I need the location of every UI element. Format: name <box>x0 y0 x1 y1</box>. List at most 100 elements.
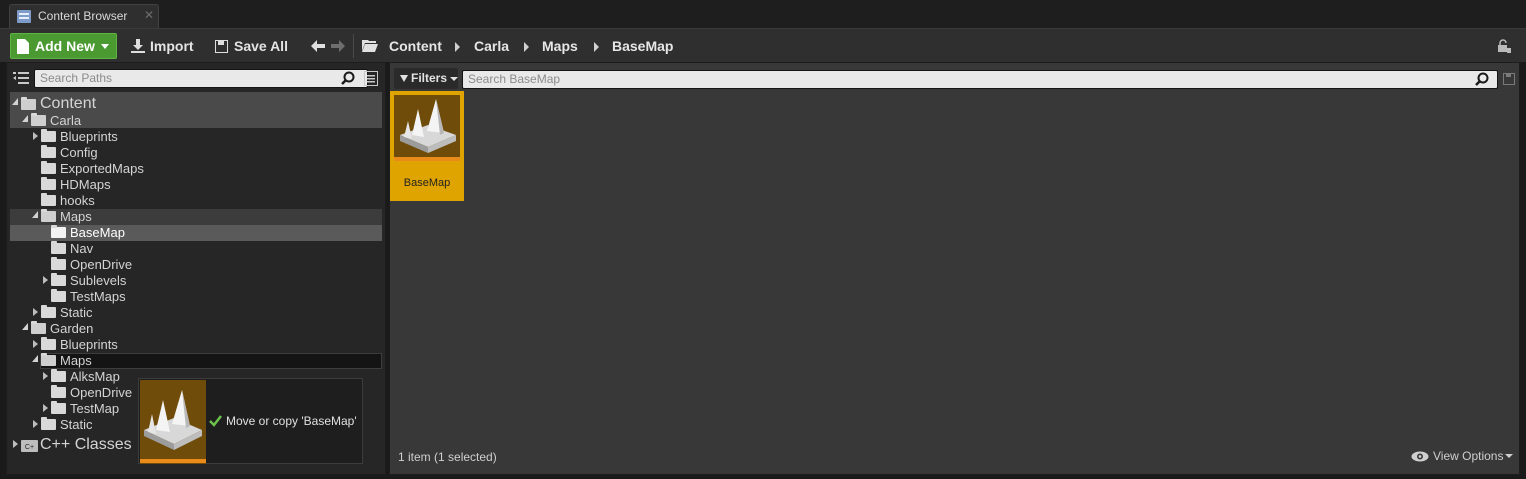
tree-label: HDMaps <box>60 177 111 192</box>
folder-icon <box>41 305 56 318</box>
path-view-options-icon[interactable] <box>364 71 378 86</box>
tree-label: Config <box>60 145 98 160</box>
folder-icon <box>41 145 56 158</box>
tree-label: Garden <box>50 321 94 336</box>
add-new-button[interactable]: Add New <box>10 33 117 59</box>
tree-item-maps[interactable]: Maps <box>7 209 385 225</box>
asset-type-bar <box>394 157 460 161</box>
filter-icon <box>400 75 408 83</box>
tree-label: OpenDrive <box>70 257 133 272</box>
breadcrumb-separator-icon[interactable] <box>594 42 599 52</box>
expander-closed-icon[interactable] <box>33 420 38 428</box>
expander-closed-icon[interactable] <box>43 404 48 412</box>
tree-item-testmaps[interactable]: TestMaps <box>7 289 385 305</box>
tree-label: TestMaps <box>70 289 126 304</box>
folder-icon <box>51 289 66 302</box>
tree-label: C++ Classes <box>40 436 132 453</box>
breadcrumb-separator-icon[interactable] <box>455 42 460 52</box>
toolbar: Add New Import Save All Content Carla Ma… <box>0 28 1526 62</box>
collapse-sources-icon[interactable] <box>13 71 29 86</box>
import-button[interactable]: Import <box>131 33 194 59</box>
breadcrumb-content[interactable]: Content <box>389 38 442 54</box>
asset-tile-basemap[interactable]: BaseMap <box>390 91 464 201</box>
tree-item-blueprints[interactable]: Blueprints <box>7 129 385 145</box>
expander-open-icon[interactable] <box>22 115 28 122</box>
folder-open-icon <box>41 209 56 222</box>
lock-icon[interactable] <box>1497 39 1511 53</box>
search-paths-input[interactable]: Search Paths <box>34 69 368 88</box>
tree-item-basemap[interactable]: BaseMap <box>7 225 385 241</box>
folder-icon <box>51 369 66 382</box>
expander-open-icon[interactable] <box>12 98 18 105</box>
tree-label: OpenDrive <box>70 385 133 400</box>
save-search-icon[interactable] <box>1503 73 1515 85</box>
tree-item-static[interactable]: Static <box>7 305 385 321</box>
level-map-icon <box>400 99 456 153</box>
expander-open-icon[interactable] <box>32 355 38 362</box>
level-map-icon <box>144 390 202 450</box>
expander-closed-icon[interactable] <box>33 308 38 316</box>
expander-closed-icon[interactable] <box>43 372 48 380</box>
checkmark-icon <box>209 415 222 427</box>
eye-icon <box>1411 451 1429 461</box>
view-options-button[interactable]: View Options <box>1411 449 1514 463</box>
view-options-label: View Options <box>1433 449 1504 463</box>
drag-thumbnail <box>140 380 206 464</box>
tree-item-carla[interactable]: Carla <box>7 113 385 129</box>
tree-item-maps-drop-target[interactable]: Maps <box>7 353 385 369</box>
breadcrumb-separator-icon[interactable] <box>524 42 529 52</box>
tree-item-opendrive[interactable]: OpenDrive <box>7 257 385 273</box>
tree-item-nav[interactable]: Nav <box>7 241 385 257</box>
save-all-button[interactable]: Save All <box>215 33 288 59</box>
tree-item-exportedmaps[interactable]: ExportedMaps <box>7 161 385 177</box>
asset-label: BaseMap <box>403 177 451 189</box>
item-count-status: 1 item (1 selected) <box>398 450 497 464</box>
tree-item-hdmaps[interactable]: HDMaps <box>7 177 385 193</box>
tree-label: Maps <box>60 209 92 224</box>
tab-bar: Content Browser ✕ <box>0 0 1526 28</box>
svg-text:C+: C+ <box>25 444 34 451</box>
asset-view-panel: Filters Search BaseMap 1 item (1 selecte… <box>389 62 1520 475</box>
folder-icon <box>41 337 56 350</box>
folder-icon <box>51 273 66 286</box>
folder-open-icon <box>362 40 378 52</box>
search-basemap-input[interactable]: Search BaseMap <box>462 70 1498 89</box>
chevron-down-icon <box>450 76 459 81</box>
search-icon <box>1475 72 1489 86</box>
expander-closed-icon[interactable] <box>43 276 48 284</box>
drag-drop-tooltip: Move or copy 'BaseMap' <box>138 378 363 464</box>
folder-icon <box>41 177 56 190</box>
tree-item-hooks[interactable]: hooks <box>7 193 385 209</box>
chevron-down-icon <box>1505 454 1514 458</box>
back-arrow-icon[interactable] <box>311 40 325 52</box>
folder-open-icon <box>31 321 46 334</box>
tree-label: hooks <box>60 193 95 208</box>
tree-item-sublevels[interactable]: Sublevels <box>7 273 385 289</box>
cpp-classes-icon: C+ <box>21 440 38 452</box>
expander-closed-icon[interactable] <box>33 132 38 140</box>
folder-open-icon <box>31 113 46 126</box>
folder-icon <box>41 193 56 206</box>
tree-item-config[interactable]: Config <box>7 145 385 161</box>
close-icon[interactable]: ✕ <box>144 8 154 22</box>
tree-item-blueprints[interactable]: Blueprints <box>7 337 385 353</box>
breadcrumb-maps[interactable]: Maps <box>542 38 578 54</box>
tree-item-content[interactable]: Content <box>7 95 385 113</box>
add-new-label: Add New <box>35 38 95 54</box>
expander-closed-icon[interactable] <box>13 440 18 448</box>
expander-open-icon[interactable] <box>32 211 38 218</box>
tree-label: Blueprints <box>60 129 118 144</box>
filters-button[interactable]: Filters <box>394 68 459 89</box>
tree-label: TestMap <box>70 401 120 416</box>
breadcrumb-carla[interactable]: Carla <box>474 38 509 54</box>
filters-label: Filters <box>411 71 448 85</box>
tree-item-garden[interactable]: Garden <box>7 321 385 337</box>
breadcrumb-basemap[interactable]: BaseMap <box>612 38 673 54</box>
tree-label: ExportedMaps <box>60 161 144 176</box>
chevron-down-icon <box>100 43 109 49</box>
expander-closed-icon[interactable] <box>33 340 38 348</box>
tab-content-browser[interactable]: Content Browser ✕ <box>9 4 159 28</box>
expander-open-icon[interactable] <box>22 323 28 330</box>
tree-label: AlksMap <box>70 369 120 384</box>
forward-arrow-icon[interactable] <box>331 40 345 52</box>
